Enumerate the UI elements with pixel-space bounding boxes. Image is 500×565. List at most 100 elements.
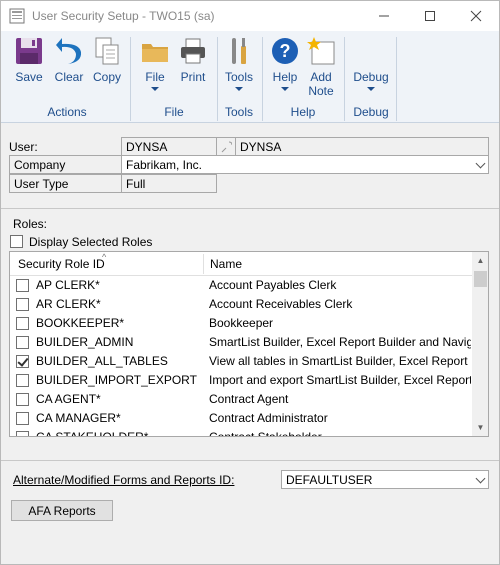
chevron-down-icon: [235, 87, 243, 91]
minimize-icon: [379, 15, 389, 17]
ribbon-separator: [217, 37, 218, 121]
maximize-button[interactable]: [407, 1, 453, 31]
role-id-cell: BOOKKEEPER*: [36, 316, 125, 330]
table-row[interactable]: BUILDER_ALL_TABLES View all tables in Sma…: [10, 352, 472, 371]
add-note-icon: [305, 35, 337, 67]
undo-icon: [53, 35, 85, 67]
chevron-down-icon: [475, 158, 486, 169]
table-row[interactable]: BUILDER_IMPORT_EXPORT Import and export S…: [10, 371, 472, 390]
role-name-cell: Import and export SmartList Builder, Exc…: [209, 373, 471, 387]
file-menu-button[interactable]: File: [135, 35, 175, 99]
form-content: User: DYNSA DYNSA Company Fabrikam, Inc.…: [1, 124, 499, 564]
role-name-cell: Bookkeeper: [209, 316, 274, 330]
role-name-cell: View all tables in SmartList Builder, Ex…: [209, 354, 468, 368]
role-checkbox[interactable]: [16, 317, 29, 330]
role-checkbox[interactable]: [16, 374, 29, 387]
role-name-cell: Account Receivables Clerk: [209, 297, 353, 311]
role-checkbox[interactable]: [16, 431, 29, 436]
role-name-cell: Contract Stakeholder: [209, 430, 322, 437]
lookup-button[interactable]: [216, 137, 236, 156]
ribbon-separator: [130, 37, 131, 121]
role-checkbox[interactable]: [16, 355, 29, 368]
divider: [1, 460, 499, 461]
user-name-field: DYNSA: [235, 137, 489, 156]
divider: [1, 208, 499, 209]
table-row[interactable]: CA MANAGER* Contract Administrator: [10, 409, 472, 428]
user-security-setup-window: User Security Setup - TWO15 (sa) Save Cl…: [0, 0, 500, 565]
save-icon: [13, 35, 45, 67]
role-checkbox[interactable]: [16, 279, 29, 292]
afa-reports-button[interactable]: AFA Reports: [11, 500, 113, 521]
ribbon-separator: [344, 37, 345, 121]
tools-menu-button[interactable]: Tools: [219, 35, 259, 99]
user-type-field: Full: [121, 174, 217, 193]
scroll-up-icon[interactable]: ▲: [472, 252, 488, 269]
display-selected-roles-label: Display Selected Roles: [29, 235, 153, 249]
user-id-field[interactable]: DYNSA: [121, 137, 217, 156]
debug-label: Debug: [353, 70, 389, 84]
afa-id-dropdown[interactable]: DEFAULTUSER: [281, 470, 489, 489]
role-name-cell: Contract Agent: [209, 392, 289, 406]
table-row[interactable]: AR CLERK* Account Receivables Clerk: [10, 295, 472, 314]
roles-label: Roles:: [13, 217, 48, 231]
company-label-cell: Company: [9, 155, 121, 174]
company-dropdown[interactable]: Fabrikam, Inc.: [121, 155, 489, 174]
copy-icon: [91, 35, 123, 67]
close-button[interactable]: [453, 1, 499, 31]
role-id-cell: CA MANAGER*: [36, 411, 121, 425]
table-row[interactable]: BOOKKEEPER* Bookkeeper: [10, 314, 472, 333]
afa-id-label: Alternate/Modified Forms and Reports ID:: [13, 473, 235, 487]
app-icon: [9, 8, 25, 24]
table-row[interactable]: AP CLERK* Account Payables Clerk: [10, 276, 472, 295]
role-id-cell: BUILDER_ALL_TABLES: [36, 354, 168, 368]
table-row[interactable]: BUILDER_ADMIN SmartList Builder, Excel Re…: [10, 333, 472, 352]
roles-grid: ^ Security Role ID Name AP CLERK* Account…: [9, 251, 489, 437]
scroll-down-icon[interactable]: ▼: [472, 419, 488, 436]
minimize-button[interactable]: [361, 1, 407, 31]
maximize-icon: [425, 11, 435, 21]
role-checkbox[interactable]: [16, 336, 29, 349]
role-id-cell: AR CLERK*: [36, 297, 101, 311]
folder-icon: [139, 35, 171, 67]
group-label-debug: Debug: [353, 105, 389, 119]
chevron-down-icon: [281, 87, 289, 91]
save-button[interactable]: Save: [9, 35, 49, 99]
clear-label: Clear: [54, 70, 84, 84]
role-checkbox[interactable]: [16, 412, 29, 425]
group-label-file: File: [164, 105, 184, 119]
user-type-label-cell: User Type: [9, 174, 121, 193]
company-label: Company: [14, 158, 66, 172]
role-name-cell: Contract Administrator: [209, 411, 328, 425]
add-note-button[interactable]: Add Note: [301, 35, 341, 99]
clear-button[interactable]: Clear: [49, 35, 89, 99]
table-row[interactable]: CA STAKEHOLDER* Contract Stakeholder: [10, 428, 472, 437]
display-selected-roles-checkbox[interactable]: [10, 235, 23, 248]
print-label: Print: [180, 70, 206, 84]
chevron-down-icon: [475, 473, 486, 484]
group-label-tools: Tools: [224, 105, 253, 119]
role-id-cell: CA STAKEHOLDER*: [36, 430, 149, 437]
column-separator[interactable]: [203, 254, 204, 274]
help-label: Help: [272, 70, 298, 84]
column-header-security-role-id[interactable]: Security Role ID: [18, 257, 105, 271]
table-row[interactable]: CA AGENT* Contract Agent: [10, 390, 472, 409]
chevron-down-icon: [367, 87, 375, 91]
role-id-cell: BUILDER_ADMIN: [36, 335, 134, 349]
lookup-icon: [221, 141, 232, 152]
scroll-thumb[interactable]: [474, 271, 487, 287]
role-id-cell: BUILDER_IMPORT_EXPORT: [36, 373, 197, 387]
role-checkbox[interactable]: [16, 298, 29, 311]
grid-header: ^ Security Role ID Name: [10, 252, 472, 276]
ribbon: Save Clear Copy Actions File Print File …: [1, 31, 499, 123]
role-name-cell: Account Payables Clerk: [209, 278, 337, 292]
vertical-scrollbar[interactable]: ▲ ▼: [472, 252, 488, 436]
svg-text:?: ?: [280, 41, 291, 61]
role-checkbox[interactable]: [16, 393, 29, 406]
debug-menu-button[interactable]: Debug: [350, 35, 392, 99]
title-bar: User Security Setup - TWO15 (sa): [1, 1, 499, 31]
help-menu-button[interactable]: ? Help: [265, 35, 305, 99]
print-button[interactable]: Print: [173, 35, 213, 99]
column-header-name[interactable]: Name: [210, 257, 242, 271]
window-title: User Security Setup - TWO15 (sa): [32, 9, 215, 23]
copy-button[interactable]: Copy: [87, 35, 127, 99]
